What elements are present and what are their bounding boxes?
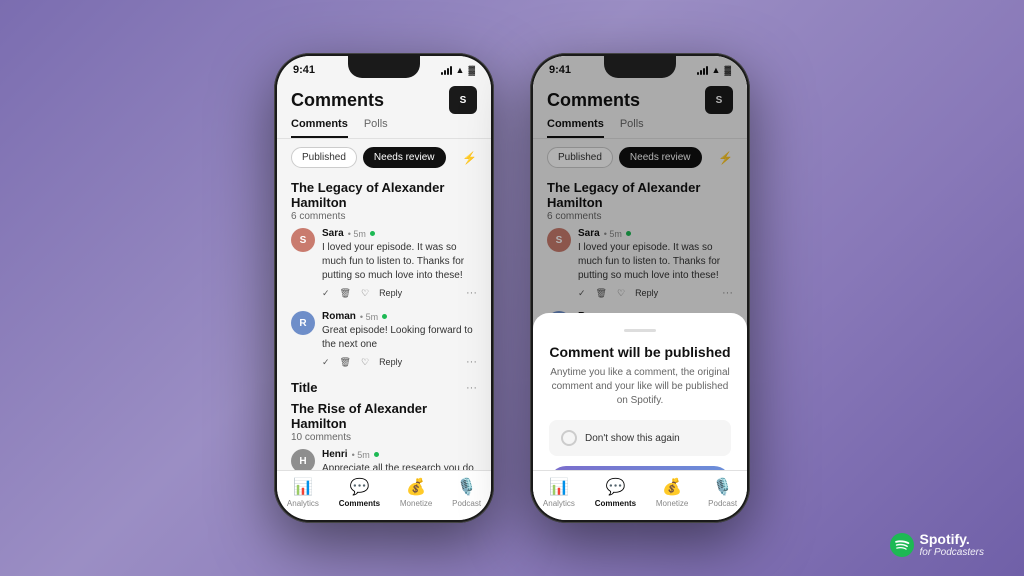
status-time-1: 9:41 <box>293 64 315 76</box>
modal-checkbox-row[interactable]: Don't show this again <box>549 420 731 456</box>
app-header-1: Comments S <box>277 80 491 118</box>
filter-row-1: Published Needs review ⚡ <box>277 139 491 176</box>
check-btn-sara-1[interactable]: ✓ <box>322 288 330 299</box>
comment-meta-henri-1: Henri • 5m <box>322 449 477 460</box>
nav-podcast-1[interactable]: 🎙️ Podcast <box>452 477 481 508</box>
nav-comments-1[interactable]: 💬 Comments <box>339 477 380 508</box>
reply-btn-roman-1[interactable]: Reply <box>379 357 402 367</box>
comment-body-sara-1: Sara • 5m I loved your episode. It was s… <box>322 228 477 299</box>
comments-label-1: Comments <box>339 499 380 508</box>
pill-published-1[interactable]: Published <box>291 147 357 168</box>
analytics-icon-1: 📊 <box>293 477 313 497</box>
battery-icon-1: ▓ <box>468 65 475 75</box>
bottom-nav-2: 📊 Analytics 💬 Comments 💰 Monetize 🎙️ Pod… <box>533 470 747 520</box>
comment-text-sara-1: I loved your episode. It was so much fun… <box>322 241 477 283</box>
nav-podcast-2[interactable]: 🎙️ Podcast <box>708 477 737 508</box>
spotify-logo-icon <box>890 533 914 557</box>
episode-count-2: 10 comments <box>291 432 477 443</box>
modal-handle <box>624 329 656 332</box>
reply-btn-sara-1[interactable]: Reply <box>379 288 402 298</box>
analytics-label-1: Analytics <box>287 499 319 508</box>
comment-meta-roman-1: Roman • 5m <box>322 311 477 322</box>
tab-polls-1[interactable]: Polls <box>364 118 388 138</box>
bottom-nav-1: 📊 Analytics 💬 Comments 💰 Monetize 🎙️ Pod… <box>277 470 491 520</box>
spotify-branding: Spotify. for Podcasters <box>890 531 984 558</box>
modal-title: Comment will be published <box>549 344 731 360</box>
spotify-text: Spotify. for Podcasters <box>920 531 984 558</box>
more-btn-sara-1[interactable]: ··· <box>466 287 477 299</box>
comment-time-roman-1: • 5m <box>360 312 378 322</box>
monetize-label-1: Monetize <box>400 499 432 508</box>
podcast-label-2: Podcast <box>708 499 737 508</box>
comment-meta-sara-1: Sara • 5m <box>322 228 477 239</box>
comment-author-henri-1: Henri <box>322 449 348 460</box>
notch-1 <box>348 56 420 78</box>
monetize-label-2: Monetize <box>656 499 688 508</box>
notch-2 <box>604 56 676 78</box>
filter-icon-1[interactable]: ⚡ <box>462 151 477 165</box>
avatar-roman-1: R <box>291 311 315 335</box>
online-dot-sara-1 <box>370 231 375 236</box>
spotify-name: Spotify. <box>920 531 984 547</box>
podcast-icon-1: 🎙️ <box>457 477 477 497</box>
delete-btn-roman-1[interactable]: 🗑 <box>340 357 351 368</box>
nav-analytics-1[interactable]: 📊 Analytics <box>287 477 319 508</box>
comment-actions-roman-1: ✓ 🗑 ♡ Reply ··· <box>322 356 477 368</box>
podcast-icon-2: 🎙️ <box>713 477 733 497</box>
app-title-1: Comments <box>291 90 384 111</box>
avatar-sara-1: S <box>291 228 315 252</box>
tab-comments-1[interactable]: Comments <box>291 118 348 138</box>
online-dot-henri-1 <box>374 452 379 457</box>
podcast-label-1: Podcast <box>452 499 481 508</box>
modal-description: Anytime you like a comment, the original… <box>549 366 731 408</box>
episode-section-2: The Rise of Alexander Hamilton 10 commen… <box>277 397 491 443</box>
nav-comments-2[interactable]: 💬 Comments <box>595 477 636 508</box>
modal-overlay: Comment will be published Anytime you li… <box>533 56 747 520</box>
comments-icon-1: 💬 <box>349 477 369 497</box>
dont-show-checkbox[interactable] <box>561 430 577 446</box>
analytics-icon-2: 📊 <box>549 477 569 497</box>
comment-author-sara-1: Sara <box>322 228 344 239</box>
nav-monetize-1[interactable]: 💰 Monetize <box>400 477 432 508</box>
like-btn-sara-1[interactable]: ♡ <box>361 288 369 299</box>
analytics-label-2: Analytics <box>543 499 575 508</box>
like-btn-roman-1[interactable]: ♡ <box>361 357 369 368</box>
comment-text-roman-1: Great episode! Looking forward to the ne… <box>322 324 477 352</box>
nav-monetize-2[interactable]: 💰 Monetize <box>656 477 688 508</box>
tabs-1: Comments Polls <box>277 118 491 139</box>
episode-title-1: The Legacy of Alexander Hamilton <box>291 180 477 210</box>
episode-section-1: The Legacy of Alexander Hamilton 6 comme… <box>277 176 491 222</box>
comment-time-henri-1: • 5m <box>352 450 370 460</box>
comment-author-roman-1: Roman <box>322 311 356 322</box>
comments-label-2: Comments <box>595 499 636 508</box>
episode-count-1: 6 comments <box>291 211 477 222</box>
phone-2: 9:41 ▲ ▓ Comments S <box>530 53 750 523</box>
more-btn-roman-1[interactable]: ··· <box>466 356 477 368</box>
app-icon-btn-1[interactable]: S <box>449 86 477 114</box>
section-dots-1[interactable]: ··· <box>466 382 477 394</box>
phone-1: 9:41 ▲ ▓ Comments S <box>274 53 494 523</box>
online-dot-roman-1 <box>382 314 387 319</box>
wifi-icon-1: ▲ <box>456 65 465 75</box>
status-icons-1: ▲ ▓ <box>441 65 475 75</box>
monetize-icon-2: 💰 <box>662 477 682 497</box>
pill-needs-review-1[interactable]: Needs review <box>363 147 446 168</box>
delete-btn-sara-1[interactable]: 🗑 <box>340 288 351 299</box>
check-btn-roman-1[interactable]: ✓ <box>322 357 330 368</box>
nav-analytics-2[interactable]: 📊 Analytics <box>543 477 575 508</box>
comment-actions-sara-1: ✓ 🗑 ♡ Reply ··· <box>322 287 477 299</box>
monetize-icon-1: 💰 <box>406 477 426 497</box>
episode-title-2: The Rise of Alexander Hamilton <box>291 401 477 431</box>
signal-icon-1 <box>441 66 452 75</box>
comment-item-sara-1: S Sara • 5m I loved your episode. It was… <box>277 222 491 305</box>
comment-time-sara-1: • 5m <box>348 229 366 239</box>
comment-body-roman-1: Roman • 5m Great episode! Looking forwar… <box>322 311 477 368</box>
comments-icon-2: 💬 <box>605 477 625 497</box>
section-divider-1: Title ··· <box>277 374 491 397</box>
dont-show-label: Don't show this again <box>585 433 680 444</box>
section-label-1: Title <box>291 380 318 395</box>
spotify-sub: for Podcasters <box>920 547 984 558</box>
comment-item-roman-1: R Roman • 5m Great episode! Looking forw… <box>277 305 491 374</box>
